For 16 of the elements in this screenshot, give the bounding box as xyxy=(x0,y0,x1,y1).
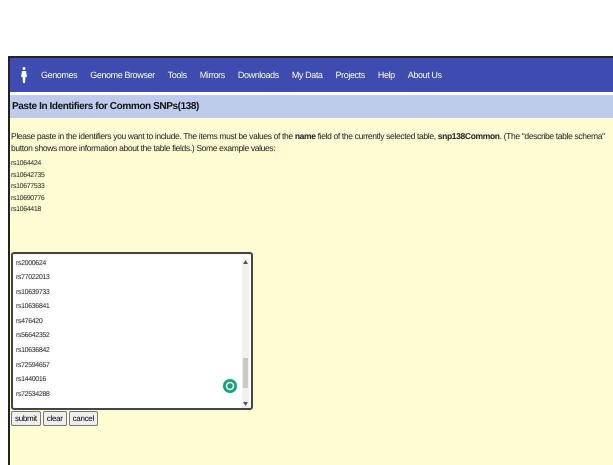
instructions-text: Please paste in the identifiers you want to include. The items must be values of the name field of the currently selected table, snp138Common. (The "describe table schema" button shows more information about the table fields.) Some example values: xyxy=(11,130,606,154)
nav-link[interactable]: My Data xyxy=(292,70,323,80)
nav-link[interactable]: Genome Browser xyxy=(90,70,155,80)
nav-link[interactable]: Projects xyxy=(336,70,365,80)
nav-link[interactable]: Tools xyxy=(168,70,187,80)
nav-link[interactable]: About Us xyxy=(408,70,442,80)
nav-link[interactable]: Help xyxy=(378,70,395,80)
form-button[interactable]: submit xyxy=(11,410,41,426)
nav-link[interactable]: Mirrors xyxy=(200,70,225,80)
nav-link[interactable]: Genomes xyxy=(41,70,78,80)
grammar-assistant-icon[interactable] xyxy=(223,378,237,392)
nav-link[interactable]: Downloads xyxy=(238,70,279,80)
section-title: Paste In Identifiers for Common SNPs(138) xyxy=(10,95,613,118)
form-button[interactable]: clear xyxy=(42,410,67,426)
scrollbar[interactable] xyxy=(242,258,249,408)
form-button[interactable]: cancel xyxy=(68,410,98,426)
